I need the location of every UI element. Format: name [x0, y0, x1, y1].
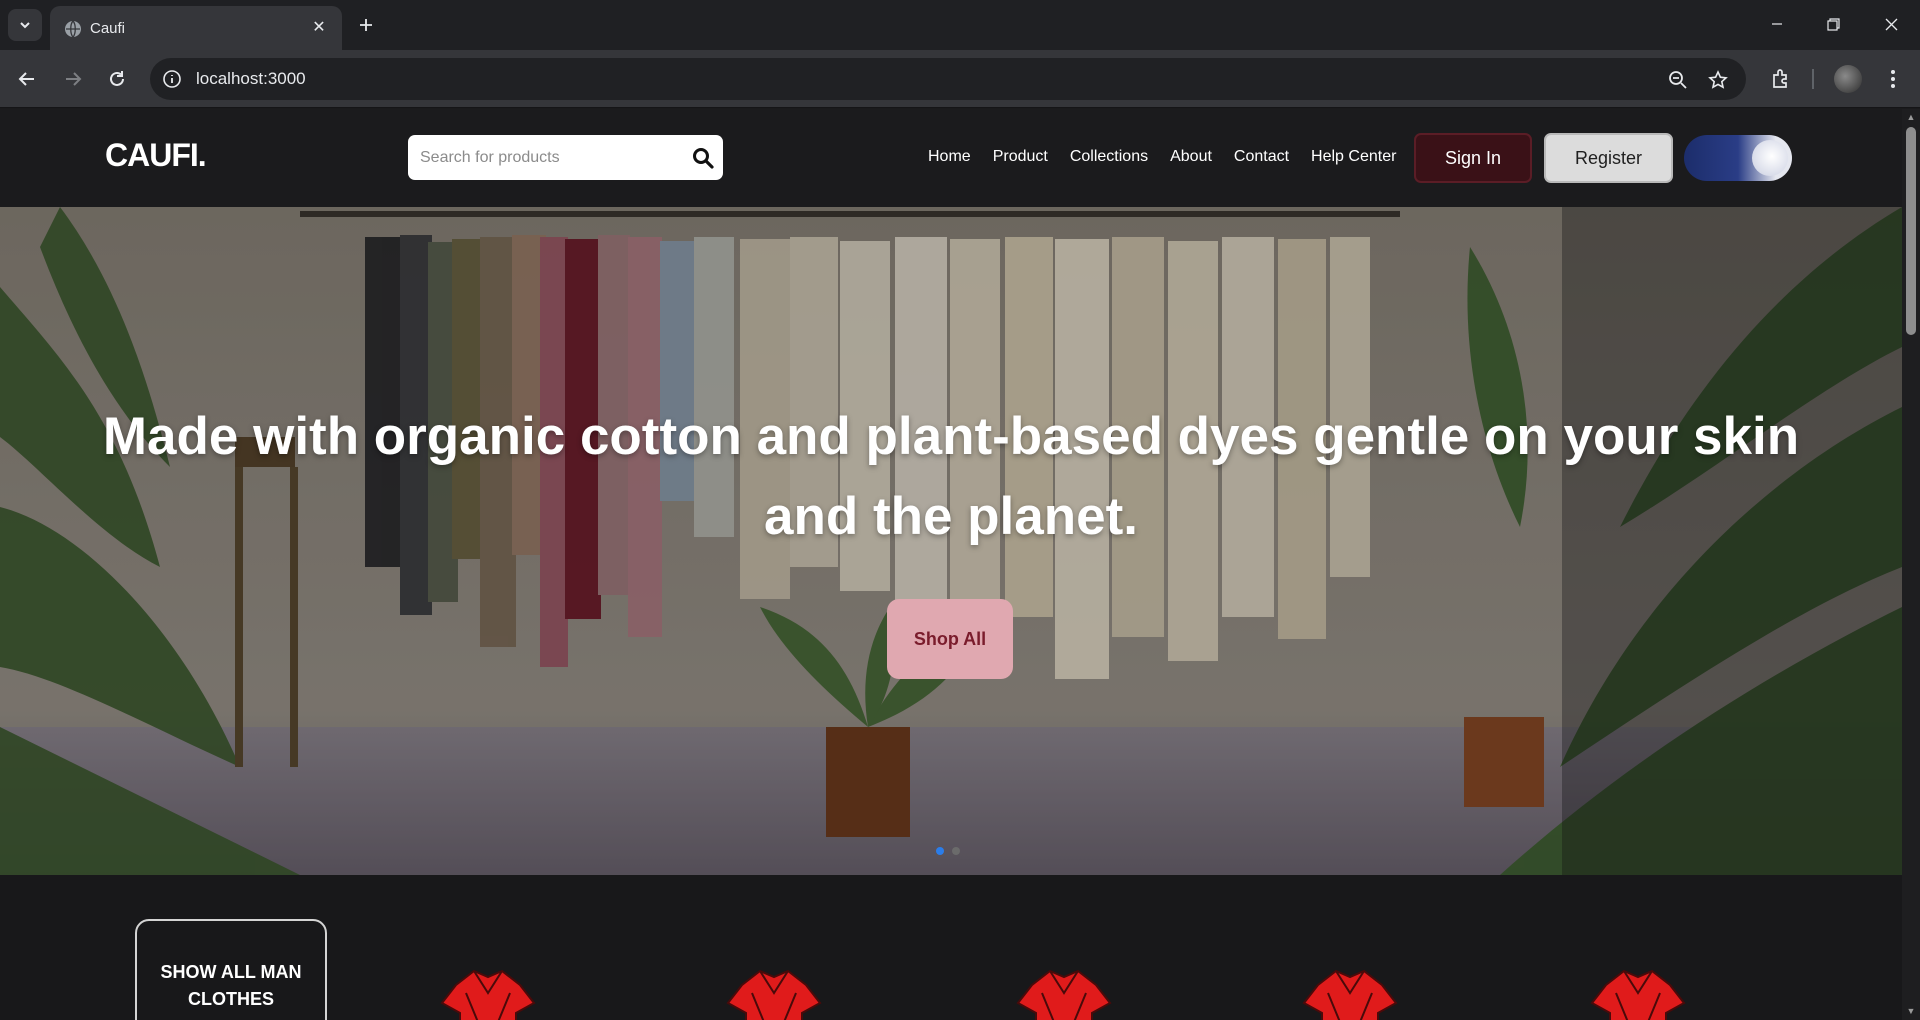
shirt-icon[interactable] [1298, 967, 1402, 1020]
toggle-knob [1752, 140, 1788, 176]
globe-icon [65, 20, 81, 38]
toolbar-divider [1812, 69, 1814, 89]
hero-banner: Made with organic cotton and plant-based… [0, 207, 1902, 875]
scroll-thumb[interactable] [1906, 127, 1916, 335]
url-text[interactable]: localhost:3000 [196, 69, 306, 89]
page-viewport: CAUFI. Home Product Collections About Co… [0, 109, 1920, 1020]
hero-title: Made with organic cotton and plant-based… [102, 407, 1800, 546]
nav-collections[interactable]: Collections [1070, 148, 1148, 166]
restore-icon [1826, 17, 1840, 31]
tab-search-button[interactable] [8, 9, 42, 41]
info-icon[interactable] [162, 69, 182, 89]
back-icon [18, 72, 34, 86]
scroll-down-icon[interactable]: ▼ [1906, 1006, 1916, 1016]
sign-in-button[interactable]: Sign In [1414, 133, 1532, 183]
nav-home[interactable]: Home [928, 148, 971, 166]
minimize-icon [1772, 23, 1782, 25]
tab-title: Caufi [90, 20, 126, 37]
nav-product[interactable]: Product [993, 148, 1048, 166]
browser-tab-strip: Caufi ✕ [0, 0, 1920, 50]
window-close-icon [1885, 18, 1897, 30]
shirt-icon[interactable] [436, 967, 540, 1020]
page-scrollbar[interactable]: ▲ ▼ [1902, 109, 1920, 1020]
extensions-icon[interactable] [1768, 66, 1794, 92]
show-all-man-clothes-button[interactable]: SHOW ALL MAN CLOTHES [135, 919, 327, 1020]
search-icon[interactable] [691, 146, 715, 170]
back-button[interactable] [10, 62, 44, 96]
carousel-dots [936, 847, 960, 855]
menu-icon[interactable] [1880, 66, 1906, 92]
category-section: SHOW ALL MAN CLOTHES [0, 875, 1902, 1020]
address-bar[interactable]: localhost:3000 [150, 58, 1746, 100]
carousel-dot-1[interactable] [936, 847, 944, 855]
nav-about[interactable]: About [1170, 148, 1212, 166]
window-close-button[interactable] [1866, 8, 1916, 40]
site-header: CAUFI. Home Product Collections About Co… [0, 109, 1902, 207]
nav-contact[interactable]: Contact [1234, 148, 1289, 166]
browser-tab[interactable]: Caufi ✕ [50, 6, 342, 50]
close-tab-icon[interactable]: ✕ [308, 16, 330, 38]
search-box [408, 135, 723, 180]
site-logo[interactable]: CAUFI. [105, 137, 207, 174]
forward-icon [66, 72, 82, 86]
browser-toolbar: localhost:3000 [0, 50, 1920, 108]
reload-icon [110, 71, 124, 86]
shirt-icon[interactable] [1012, 967, 1116, 1020]
carousel-dot-2[interactable] [952, 847, 960, 855]
forward-button[interactable] [56, 62, 90, 96]
register-button[interactable]: Register [1544, 133, 1673, 183]
reload-button[interactable] [100, 62, 134, 96]
minimize-button[interactable] [1752, 8, 1802, 40]
nav-help-center[interactable]: Help Center [1311, 148, 1396, 166]
theme-toggle[interactable] [1684, 135, 1792, 181]
zoom-out-icon[interactable] [1666, 68, 1690, 92]
shirt-icon[interactable] [722, 967, 826, 1020]
main-nav: Home Product Collections About Contact H… [928, 148, 1396, 166]
shop-all-button[interactable]: Shop All [887, 599, 1013, 679]
scroll-up-icon[interactable]: ▲ [1906, 112, 1916, 122]
plus-icon [360, 19, 372, 31]
shirt-icon[interactable] [1586, 967, 1690, 1020]
new-tab-button[interactable] [352, 11, 380, 39]
restore-button[interactable] [1808, 8, 1858, 40]
search-input[interactable] [408, 135, 678, 180]
profile-avatar[interactable] [1834, 65, 1862, 93]
chevron-down-icon [20, 22, 30, 29]
star-icon[interactable] [1706, 68, 1730, 92]
